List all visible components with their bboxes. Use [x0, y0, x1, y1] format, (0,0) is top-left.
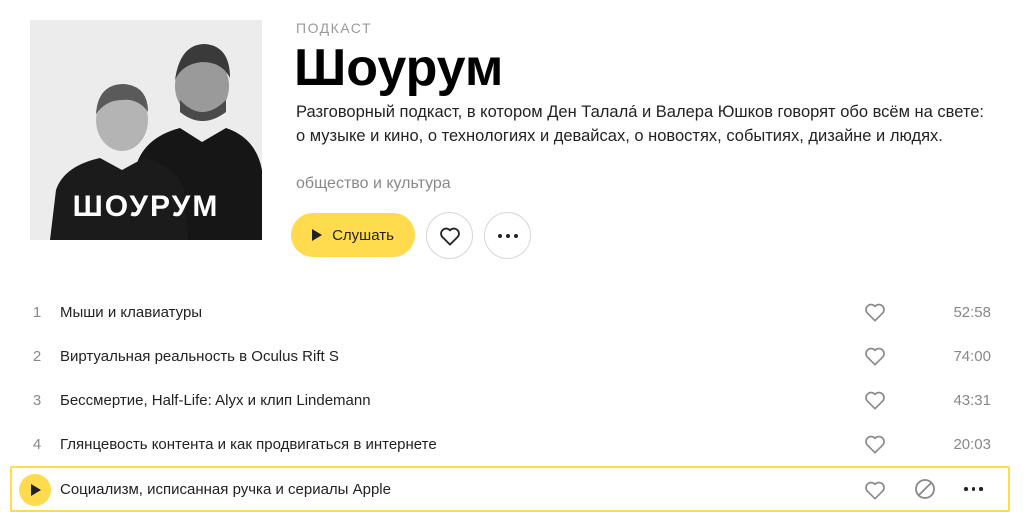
cover-logo-text: ШОУРУМ	[72, 190, 220, 223]
podcast-description: Разговорный подкаст, в котором Ден Талал…	[296, 103, 984, 145]
track-play-button[interactable]	[19, 474, 51, 506]
track-title[interactable]: Бессмертие, Half-Life: Alyx и клип Linde…	[60, 392, 371, 409]
play-icon	[312, 229, 323, 241]
page-title: Шоурум	[294, 39, 504, 97]
track-row[interactable]: 4 Глянцевость контента и как продвигатьс…	[0, 422, 1024, 466]
track-duration: 52:58	[953, 303, 991, 321]
track-number: 1	[32, 303, 42, 321]
listen-button-label: Слушать	[332, 226, 394, 244]
heart-icon[interactable]	[864, 301, 886, 323]
block-icon[interactable]	[914, 478, 936, 500]
track-row[interactable]: 2 Виртуальная реальность в Oculus Rift S…	[0, 334, 1024, 378]
track-number: 2	[32, 347, 42, 365]
track-row-active[interactable]: Социализм, исписанная ручка и сериалы Ap…	[10, 466, 1010, 512]
podcast-cover: ШОУРУМ	[30, 20, 262, 240]
track-title[interactable]: Мыши и клавиатуры	[60, 304, 202, 321]
more-icon[interactable]	[964, 487, 983, 491]
heart-icon[interactable]	[864, 345, 886, 367]
track-number: 4	[32, 435, 42, 453]
track-duration: 43:31	[953, 391, 991, 409]
listen-button[interactable]: Слушать	[291, 213, 415, 257]
heart-icon[interactable]	[864, 433, 886, 455]
track-title[interactable]: Глянцевость контента и как продвигаться …	[60, 436, 437, 453]
podcast-page: ШОУРУМ ПОДКАСТ Шоурум Разговорный подкас…	[0, 0, 1024, 512]
track-row[interactable]: 1 Мыши и клавиатуры 52:58	[0, 290, 1024, 334]
content-type-label: ПОДКАСТ	[296, 20, 373, 36]
play-icon	[31, 484, 41, 496]
episode-list: 1 Мыши и клавиатуры 52:58 2 Виртуальная …	[0, 290, 1024, 512]
more-button[interactable]	[484, 212, 531, 259]
like-button[interactable]	[426, 212, 473, 259]
heart-icon[interactable]	[864, 479, 886, 501]
track-duration: 74:00	[953, 347, 991, 365]
track-row[interactable]: 3 Бессмертие, Half-Life: Alyx и клип Lin…	[0, 378, 1024, 422]
genre-link[interactable]: общество и культура	[296, 175, 451, 193]
track-title[interactable]: Социализм, исписанная ручка и сериалы Ap…	[60, 481, 391, 498]
heart-icon	[439, 227, 460, 246]
more-icon	[497, 233, 518, 238]
track-title[interactable]: Виртуальная реальность в Oculus Rift S	[60, 348, 339, 365]
track-number: 3	[32, 391, 42, 409]
track-duration: 20:03	[953, 435, 991, 453]
heart-icon[interactable]	[864, 389, 886, 411]
